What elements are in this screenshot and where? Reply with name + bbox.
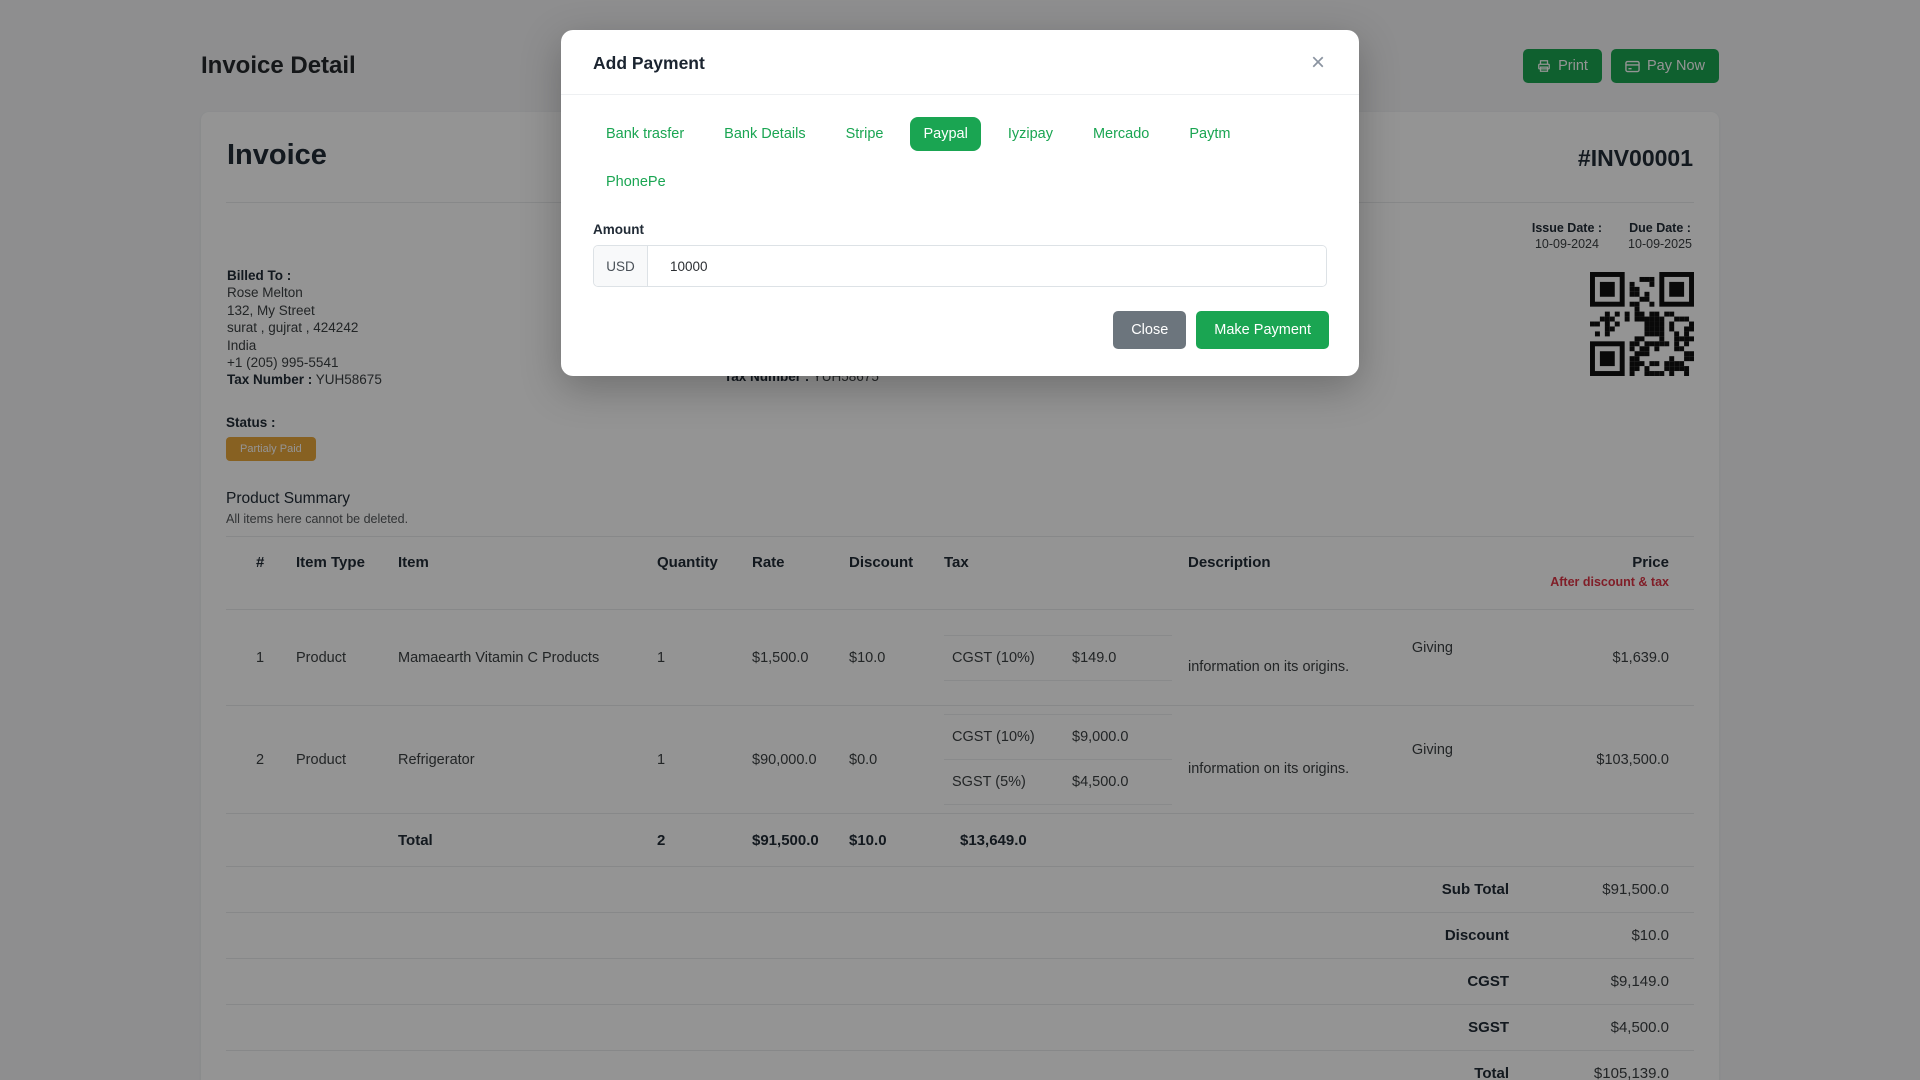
modal-body: Bank trasfer Bank Details Stripe Paypal … [561, 95, 1359, 291]
make-payment-button[interactable]: Make Payment [1196, 311, 1329, 349]
amount-input[interactable] [648, 246, 1326, 286]
amount-input-group: USD [593, 245, 1327, 287]
tab-phonepe[interactable]: PhonePe [593, 165, 679, 199]
close-icon[interactable]: × [1307, 51, 1329, 75]
tab-mercado[interactable]: Mercado [1080, 117, 1162, 151]
tab-stripe[interactable]: Stripe [833, 117, 897, 151]
tab-iyzipay[interactable]: Iyzipay [995, 117, 1066, 151]
modal-title: Add Payment [593, 52, 705, 73]
modal-footer: Close Make Payment [561, 291, 1359, 376]
tab-paypal[interactable]: Paypal [910, 117, 981, 151]
add-payment-modal: Add Payment × Bank trasfer Bank Details … [561, 30, 1359, 376]
tab-bank-details[interactable]: Bank Details [711, 117, 818, 151]
tab-bank-transfer[interactable]: Bank trasfer [593, 117, 697, 151]
tab-paytm[interactable]: Paytm [1176, 117, 1243, 151]
close-button[interactable]: Close [1113, 311, 1187, 349]
amount-label: Amount [593, 222, 644, 237]
modal-header: Add Payment × [561, 30, 1359, 95]
payment-method-tabs: Bank trasfer Bank Details Stripe Paypal … [593, 117, 1327, 199]
currency-prefix: USD [594, 246, 648, 286]
